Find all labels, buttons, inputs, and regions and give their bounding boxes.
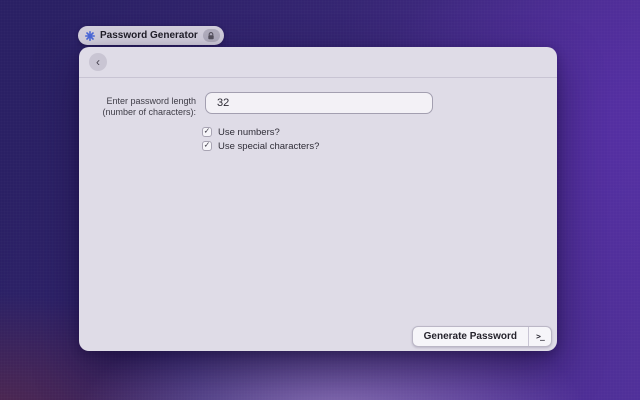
use-special-characters-row: ✓ Use special characters? xyxy=(202,140,319,152)
use-special-characters-label: Use special characters? xyxy=(218,141,319,152)
app-window: ‹ Enter password length (number of chara… xyxy=(79,47,557,351)
back-button[interactable]: ‹ xyxy=(89,53,107,71)
use-numbers-row: ✓ Use numbers? xyxy=(202,126,280,138)
lock-icon xyxy=(207,32,215,40)
asterisk-icon xyxy=(85,31,95,41)
chevron-left-icon: ‹ xyxy=(96,56,100,68)
password-length-label-line1: Enter password length xyxy=(95,96,196,107)
window-toolbar: ‹ xyxy=(79,47,557,78)
password-length-label: Enter password length (number of charact… xyxy=(95,96,196,117)
password-length-label-line2: (number of characters): xyxy=(95,107,196,118)
lock-badge xyxy=(203,29,220,42)
tab-title: Password Generator xyxy=(100,30,198,41)
app-tab[interactable]: Password Generator xyxy=(78,26,224,45)
checkmark-icon: ✓ xyxy=(204,142,211,150)
checkmark-icon: ✓ xyxy=(204,128,211,136)
generate-button-group: Generate Password >_ xyxy=(412,326,552,347)
password-length-input[interactable] xyxy=(205,92,433,114)
use-numbers-label: Use numbers? xyxy=(218,127,280,138)
use-numbers-checkbox[interactable]: ✓ xyxy=(202,127,212,137)
use-special-characters-checkbox[interactable]: ✓ xyxy=(202,141,212,151)
generate-password-label: Generate Password xyxy=(424,331,517,342)
generate-password-button[interactable]: Generate Password xyxy=(413,327,529,346)
terminal-button[interactable]: >_ xyxy=(529,327,551,346)
terminal-prompt-icon: >_ xyxy=(536,332,544,341)
